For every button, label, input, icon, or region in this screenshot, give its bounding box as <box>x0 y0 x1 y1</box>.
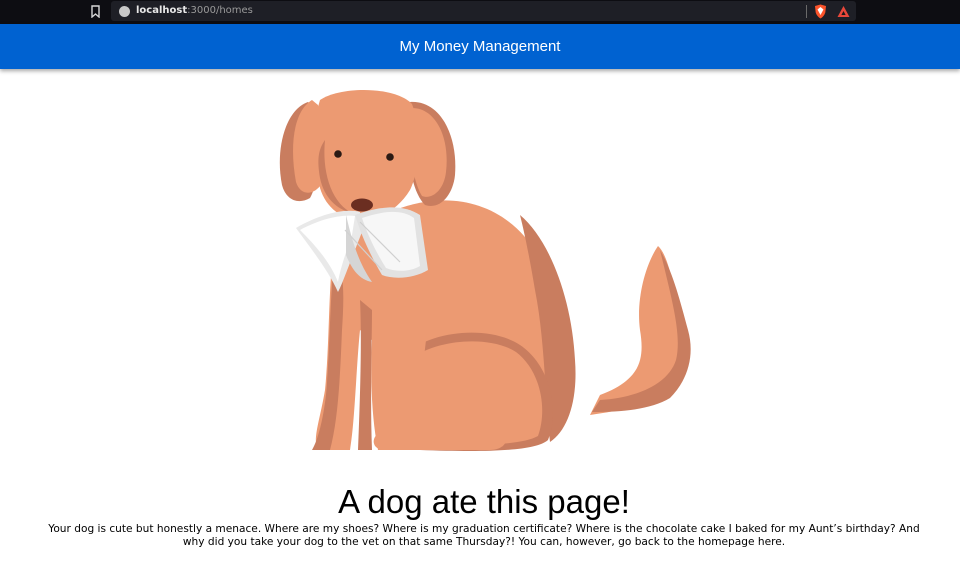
bookmark-icon[interactable] <box>91 5 100 18</box>
dog-with-paper-icon <box>279 89 691 451</box>
url-host: localhost <box>136 5 188 16</box>
toolbar-divider <box>806 5 807 18</box>
error-message: Your dog is cute but honestly a menace. … <box>48 523 920 548</box>
info-icon[interactable] <box>119 6 130 17</box>
app-header: My Money Management <box>0 24 960 69</box>
brave-shield-icon[interactable] <box>814 4 827 19</box>
brave-rewards-icon[interactable] <box>837 5 850 18</box>
url-field[interactable]: localhost:3000/homes <box>136 4 253 18</box>
url-path: :3000/homes <box>187 5 253 16</box>
app-title: My Money Management <box>399 38 561 55</box>
error-heading: A dog ate this page! <box>338 483 630 520</box>
browser-toolbar: localhost:3000/homes <box>0 0 960 24</box>
